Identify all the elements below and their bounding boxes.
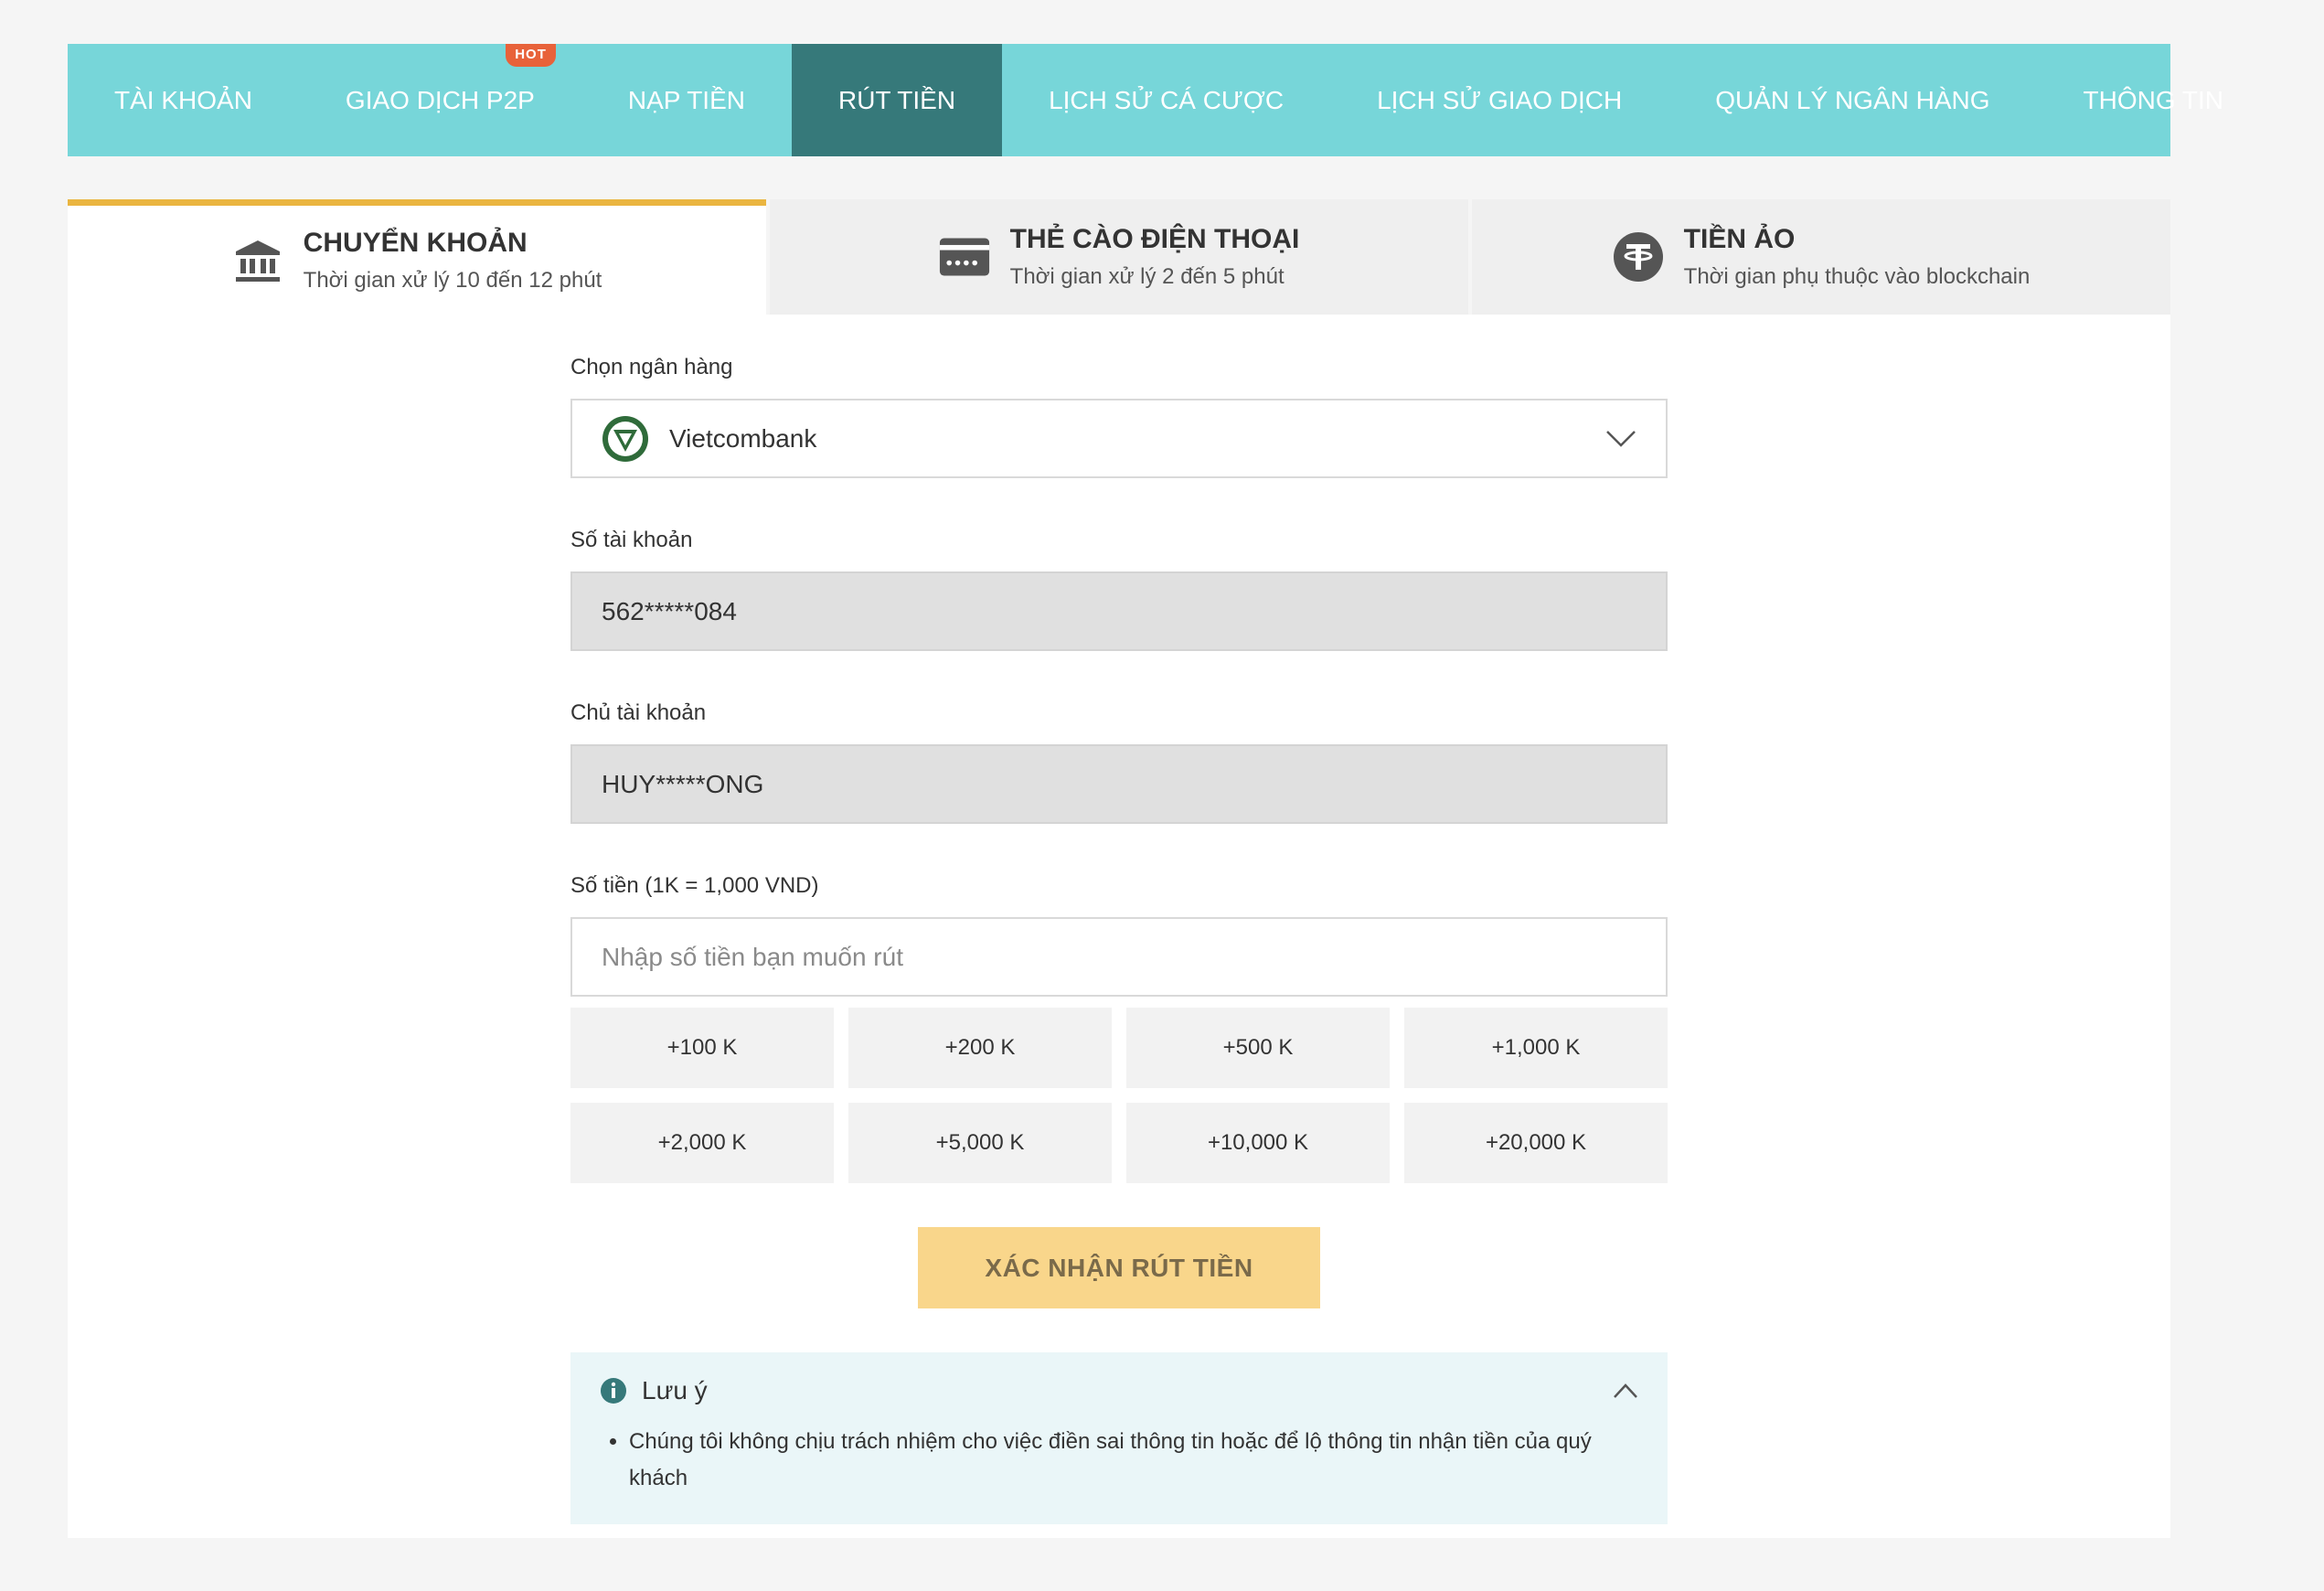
account-number-value: 562*****084 [602, 596, 737, 625]
nav-tab-label: QUẢN LÝ NGÂN HÀNG [1715, 85, 1990, 114]
method-title: CHUYỂN KHOẢN [303, 227, 528, 258]
info-icon [601, 1378, 626, 1404]
account-holder-field: HUY*****ONG [570, 744, 1668, 824]
nav-tab-info[interactable]: THÔNG TIN [2037, 44, 2270, 156]
bank-select[interactable]: Vietcombank [570, 399, 1668, 478]
nav-tab-account[interactable]: TÀI KHOẢN [68, 44, 299, 156]
account-holder-value: HUY*****ONG [602, 769, 764, 798]
note-list: Chúng tôi không chịu trách nhiệm cho việ… [600, 1424, 1638, 1497]
method-subtitle: Thời gian xử lý 2 đến 5 phút [1009, 264, 1285, 289]
chevron-down-icon [1606, 430, 1636, 447]
quick-amount-button[interactable]: +1,000 K [1404, 1008, 1668, 1088]
nav-tab-label: THÔNG TIN [2083, 85, 2224, 114]
method-subtitle: Thời gian xử lý 10 đến 12 phút [303, 267, 602, 293]
bank-label: Chọn ngân hàng [570, 355, 733, 379]
nav-tab-label: RÚT TIỀN [837, 85, 956, 114]
note-title: Lưu ý [642, 1376, 708, 1404]
top-nav: TÀI KHOẢN HOT GIAO DỊCH P2P NẠP TIỀN RÚT… [68, 44, 2223, 156]
vietcombank-logo-icon [602, 415, 648, 462]
tether-icon [1613, 231, 1664, 283]
nav-tab-deposit[interactable]: NẠP TIỀN [581, 44, 792, 156]
quick-amount-button[interactable]: +5,000 K [848, 1103, 1112, 1183]
bank-icon [232, 235, 283, 286]
account-number-field: 562*****084 [570, 571, 1668, 651]
bank-select-value: Vietcombank [669, 423, 817, 453]
amount-label: Số tiền (1K = 1,000 VND) [570, 873, 819, 898]
nav-tab-transaction-history[interactable]: LỊCH SỬ GIAO DỊCH [1330, 44, 1668, 156]
nav-tab-label: TÀI KHOẢN [114, 85, 252, 114]
nav-tab-label: LỊCH SỬ CÁ CƯỢC [1049, 85, 1285, 114]
method-tab-bank-transfer[interactable]: CHUYỂN KHOẢN Thời gian xử lý 10 đến 12 p… [68, 199, 766, 315]
nav-tab-label: NẠP TIỀN [627, 85, 745, 114]
method-title: THẺ CÀO ĐIỆN THOẠI [1009, 224, 1300, 254]
account-holder-label: Chủ tài khoản [570, 700, 707, 725]
card-icon [939, 231, 990, 283]
note-box: Lưu ý Chúng tôi không chịu trách nhiệm c… [570, 1352, 1668, 1524]
withdraw-method-tabs: CHUYỂN KHOẢN Thời gian xử lý 10 đến 12 p… [68, 199, 2170, 315]
account-number-label: Số tài khoản [570, 528, 693, 552]
quick-amount-button[interactable]: +500 K [1126, 1008, 1390, 1088]
chevron-up-icon[interactable] [1613, 1383, 1638, 1399]
nav-tab-bet-history[interactable]: LỊCH SỬ CÁ CƯỢC [1002, 44, 1330, 156]
quick-amount-button[interactable]: +20,000 K [1404, 1103, 1668, 1183]
quick-amount-button[interactable]: +10,000 K [1126, 1103, 1390, 1183]
quick-amount-button[interactable]: +200 K [848, 1008, 1112, 1088]
method-title: TIỀN ẢO [1683, 224, 1796, 254]
nav-tab-label: GIAO DỊCH P2P [345, 85, 535, 114]
quick-amount-button[interactable]: +2,000 K [570, 1103, 834, 1183]
confirm-withdraw-button[interactable]: XÁC NHẬN RÚT TIỀN [918, 1227, 1320, 1308]
method-tab-crypto[interactable]: TIỀN ẢO Thời gian phụ thuộc vào blockcha… [1468, 199, 2170, 315]
method-subtitle: Thời gian phụ thuộc vào blockchain [1683, 264, 2031, 289]
amount-input[interactable] [570, 917, 1668, 997]
quick-amount-button[interactable]: +100 K [570, 1008, 834, 1088]
note-item: Chúng tôi không chịu trách nhiệm cho việ… [629, 1424, 1638, 1497]
nav-tab-bank-management[interactable]: QUẢN LÝ NGÂN HÀNG [1668, 44, 2036, 156]
method-tab-phone-card[interactable]: THẺ CÀO ĐIỆN THOẠI Thời gian xử lý 2 đến… [766, 199, 1468, 315]
withdraw-form: Chọn ngân hàng Vietcombank Số tài khoản … [570, 355, 1668, 1524]
withdraw-panel: CHUYỂN KHOẢN Thời gian xử lý 10 đến 12 p… [68, 199, 2170, 1538]
nav-tab-p2p[interactable]: HOT GIAO DỊCH P2P [299, 44, 581, 156]
quick-amount-grid: +100 K +200 K +500 K +1,000 K +2,000 K +… [570, 1008, 1668, 1183]
nav-tab-label: LỊCH SỬ GIAO DỊCH [1377, 85, 1623, 114]
nav-tab-withdraw[interactable]: RÚT TIỀN [791, 44, 1003, 156]
hot-badge: HOT [506, 44, 556, 67]
